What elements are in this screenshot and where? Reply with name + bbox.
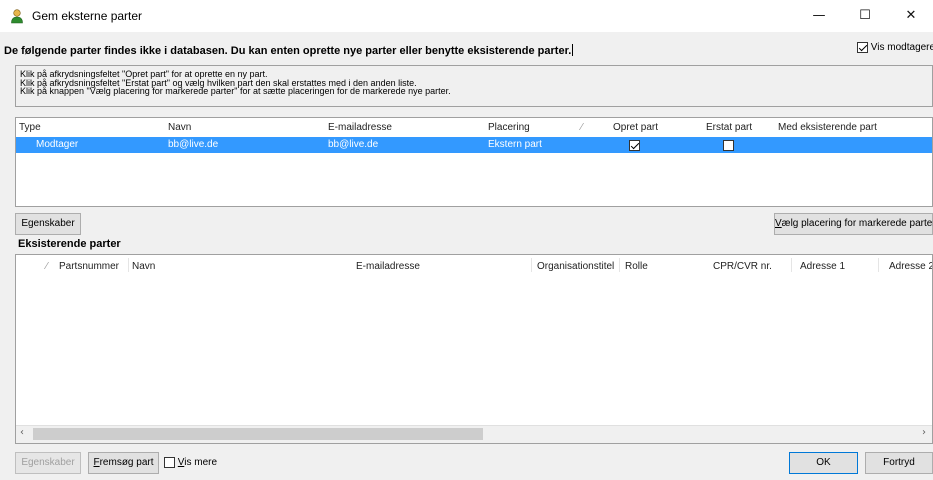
vis-mere-checkbox[interactable]: Vis mere [164, 457, 217, 468]
column-separator [531, 258, 532, 272]
vis-mere-label: is mere [184, 457, 218, 469]
column-header-email[interactable]: E-mailadresse [356, 261, 420, 272]
parties-grid[interactable]: Type Navn E-mailadresse Placering ⁄ Opre… [15, 117, 933, 207]
table-row[interactable] [16, 137, 932, 153]
column-header-navn[interactable]: Navn [132, 261, 155, 272]
vaelg-placering-button[interactable]: Vælg placering for markerede parter [774, 213, 933, 235]
cell-type: Modtager [36, 139, 79, 150]
sort-indicator-icon: ⁄ [46, 261, 48, 272]
vis-modtagere-checkbox[interactable]: Vis modtagere [857, 42, 933, 53]
instruction-line: Klik på knappen "Vælg placering for mark… [20, 86, 451, 96]
egenskaber-disabled-button[interactable]: Egenskaber [15, 452, 81, 474]
column-header-placering[interactable]: Placering [488, 122, 530, 133]
column-header-type[interactable]: Type [19, 122, 41, 133]
minimize-button[interactable]: — [796, 0, 842, 32]
fortryd-button[interactable]: Fortryd [865, 452, 933, 474]
user-icon [11, 9, 23, 24]
cell-navn: bb@live.de [168, 139, 219, 150]
column-header-opret[interactable]: Opret part [613, 122, 658, 133]
close-button[interactable]: ✕ [888, 0, 933, 32]
scroll-right-icon[interactable]: › [922, 427, 926, 438]
column-header-navn[interactable]: Navn [168, 122, 191, 133]
column-header-erstat[interactable]: Erstat part [706, 122, 752, 133]
instructions-box: Klik på afkrydsningsfeltet "Opret part" … [15, 65, 933, 107]
column-separator [791, 258, 792, 272]
scrollbar-thumb[interactable] [33, 428, 483, 440]
column-header-adresse-2[interactable]: Adresse 2 [889, 261, 932, 272]
horizontal-scrollbar[interactable]: ‹ › [16, 425, 932, 443]
erstat-part-checkbox[interactable] [723, 140, 734, 151]
cell-placering: Ekstern part [488, 139, 542, 150]
column-header-partsnummer[interactable]: Partsnummer [59, 261, 119, 272]
vis-modtagere-label: Vis modtagere [870, 42, 933, 54]
column-header-adresse-1[interactable]: Adresse 1 [800, 261, 845, 272]
cell-email: bb@live.de [328, 139, 379, 150]
existing-parties-grid[interactable]: ⁄ Partsnummer Navn E-mailadresse Organis… [15, 254, 933, 444]
headline-text: De følgende parter findes ikke i databas… [4, 45, 572, 57]
egenskaber-button[interactable]: Egenskaber [15, 213, 81, 235]
column-separator [878, 258, 879, 272]
column-header-cpr-cvr[interactable]: CPR/CVR nr. [713, 261, 772, 272]
maximize-button[interactable]: ☐ [842, 0, 888, 32]
column-header-med-eksisterende[interactable]: Med eksisterende part [778, 122, 877, 133]
fremsoeg-part-button[interactable]: Fremsøg part [88, 452, 159, 474]
text-cursor [572, 44, 574, 56]
opret-part-checkbox[interactable] [629, 140, 640, 151]
column-header-email[interactable]: E-mailadresse [328, 122, 392, 133]
column-header-organisationstitel[interactable]: Organisationstitel [537, 261, 614, 272]
headline: De følgende parter findes ikke i databas… [4, 44, 574, 57]
column-separator [128, 258, 129, 272]
vis-modtagere-check[interactable] [857, 42, 868, 53]
ok-button[interactable]: OK [789, 452, 858, 474]
vis-mere-check[interactable] [164, 457, 175, 468]
window-title: Gem eksterne parter [32, 9, 143, 23]
column-header-rolle[interactable]: Rolle [625, 261, 648, 272]
column-separator [619, 258, 620, 272]
sort-indicator-icon: ⁄ [581, 122, 583, 133]
existing-parties-title: Eksisterende parter [18, 238, 121, 250]
scroll-left-icon[interactable]: ‹ [20, 427, 24, 438]
